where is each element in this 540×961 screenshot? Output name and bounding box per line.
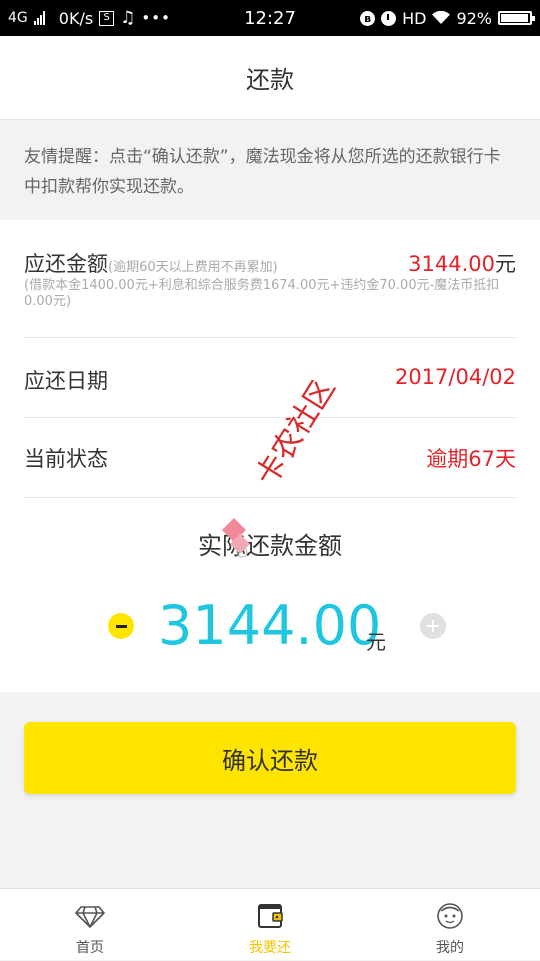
amount-due-label: 应还金额(逾期60天以上费用不再累加) xyxy=(24,248,278,278)
status-right: ʙ HD 92% xyxy=(360,0,535,36)
amount-due-number: 3144.00 xyxy=(408,252,495,276)
amount-due-detail: (借款本金1400.00元+利息和综合服务费1674.00元+违约金70.00元… xyxy=(24,278,500,309)
tab-home-label: 首页 xyxy=(76,940,104,956)
wifi-icon xyxy=(432,11,451,24)
tab-repay[interactable]: 我要还 xyxy=(180,889,360,961)
battery-percent: 92% xyxy=(456,8,492,28)
amount-stepper: 3144.00 元 xyxy=(0,594,540,660)
status-label: 当前状态 xyxy=(24,447,108,471)
amount-due-title: 应还金额 xyxy=(24,252,108,276)
amount-due-value: 3144.00元 xyxy=(408,248,516,278)
amount-due-row: 应还金额(逾期60天以上费用不再累加) 3144.00元 (借款本金1400.0… xyxy=(24,220,516,338)
minus-button[interactable] xyxy=(108,613,134,639)
status-value: 逾期67天 xyxy=(426,447,516,471)
tab-mine-label: 我的 xyxy=(436,940,464,956)
plus-button[interactable] xyxy=(420,613,446,639)
due-date-label: 应还日期 xyxy=(24,369,108,393)
diamond-icon xyxy=(75,906,105,928)
reminder-notice: 友情提醒：点击“确认还款”，魔法现金将从您所选的还款银行卡中扣款帮你实现还款。 xyxy=(0,120,540,220)
tab-mine[interactable]: 我的 xyxy=(360,889,540,961)
hd-label: HD xyxy=(402,8,427,28)
page-title: 还款 xyxy=(246,66,294,94)
status-row: 当前状态 逾期67天 xyxy=(24,417,516,498)
due-date-value: 2017/04/02 xyxy=(394,365,516,389)
amount-due-note: (逾期60天以上费用不再累加) xyxy=(108,260,278,275)
alarm-icon xyxy=(381,10,397,26)
due-date-row: 应还日期 2017/04/02 xyxy=(24,337,516,418)
face-icon xyxy=(437,903,463,929)
actual-amount-unit: 元 xyxy=(366,630,386,654)
status-bar: 4G 0K/s S ♫ ••• 12:27 ʙ HD 92% xyxy=(0,0,540,36)
repayment-card: 应还金额(逾期60天以上费用不再累加) 3144.00元 (借款本金1400.0… xyxy=(0,220,540,692)
minus-icon xyxy=(115,624,127,628)
wallet-icon xyxy=(258,904,283,928)
amount-due-unit: 元 xyxy=(495,252,516,276)
bluetooth-icon: ʙ xyxy=(360,10,376,26)
bottom-tab-bar: 首页 我要还 我的 xyxy=(0,888,540,960)
tab-repay-label: 我要还 xyxy=(249,940,291,956)
confirm-repayment-button[interactable]: 确认还款 xyxy=(24,722,516,794)
header: 还款 xyxy=(0,36,540,120)
actual-amount-value: 3144.00 xyxy=(158,594,382,657)
actual-amount-title: 实际还款金额 xyxy=(198,532,342,560)
tab-home[interactable]: 首页 xyxy=(0,889,180,961)
battery-icon xyxy=(498,11,535,25)
